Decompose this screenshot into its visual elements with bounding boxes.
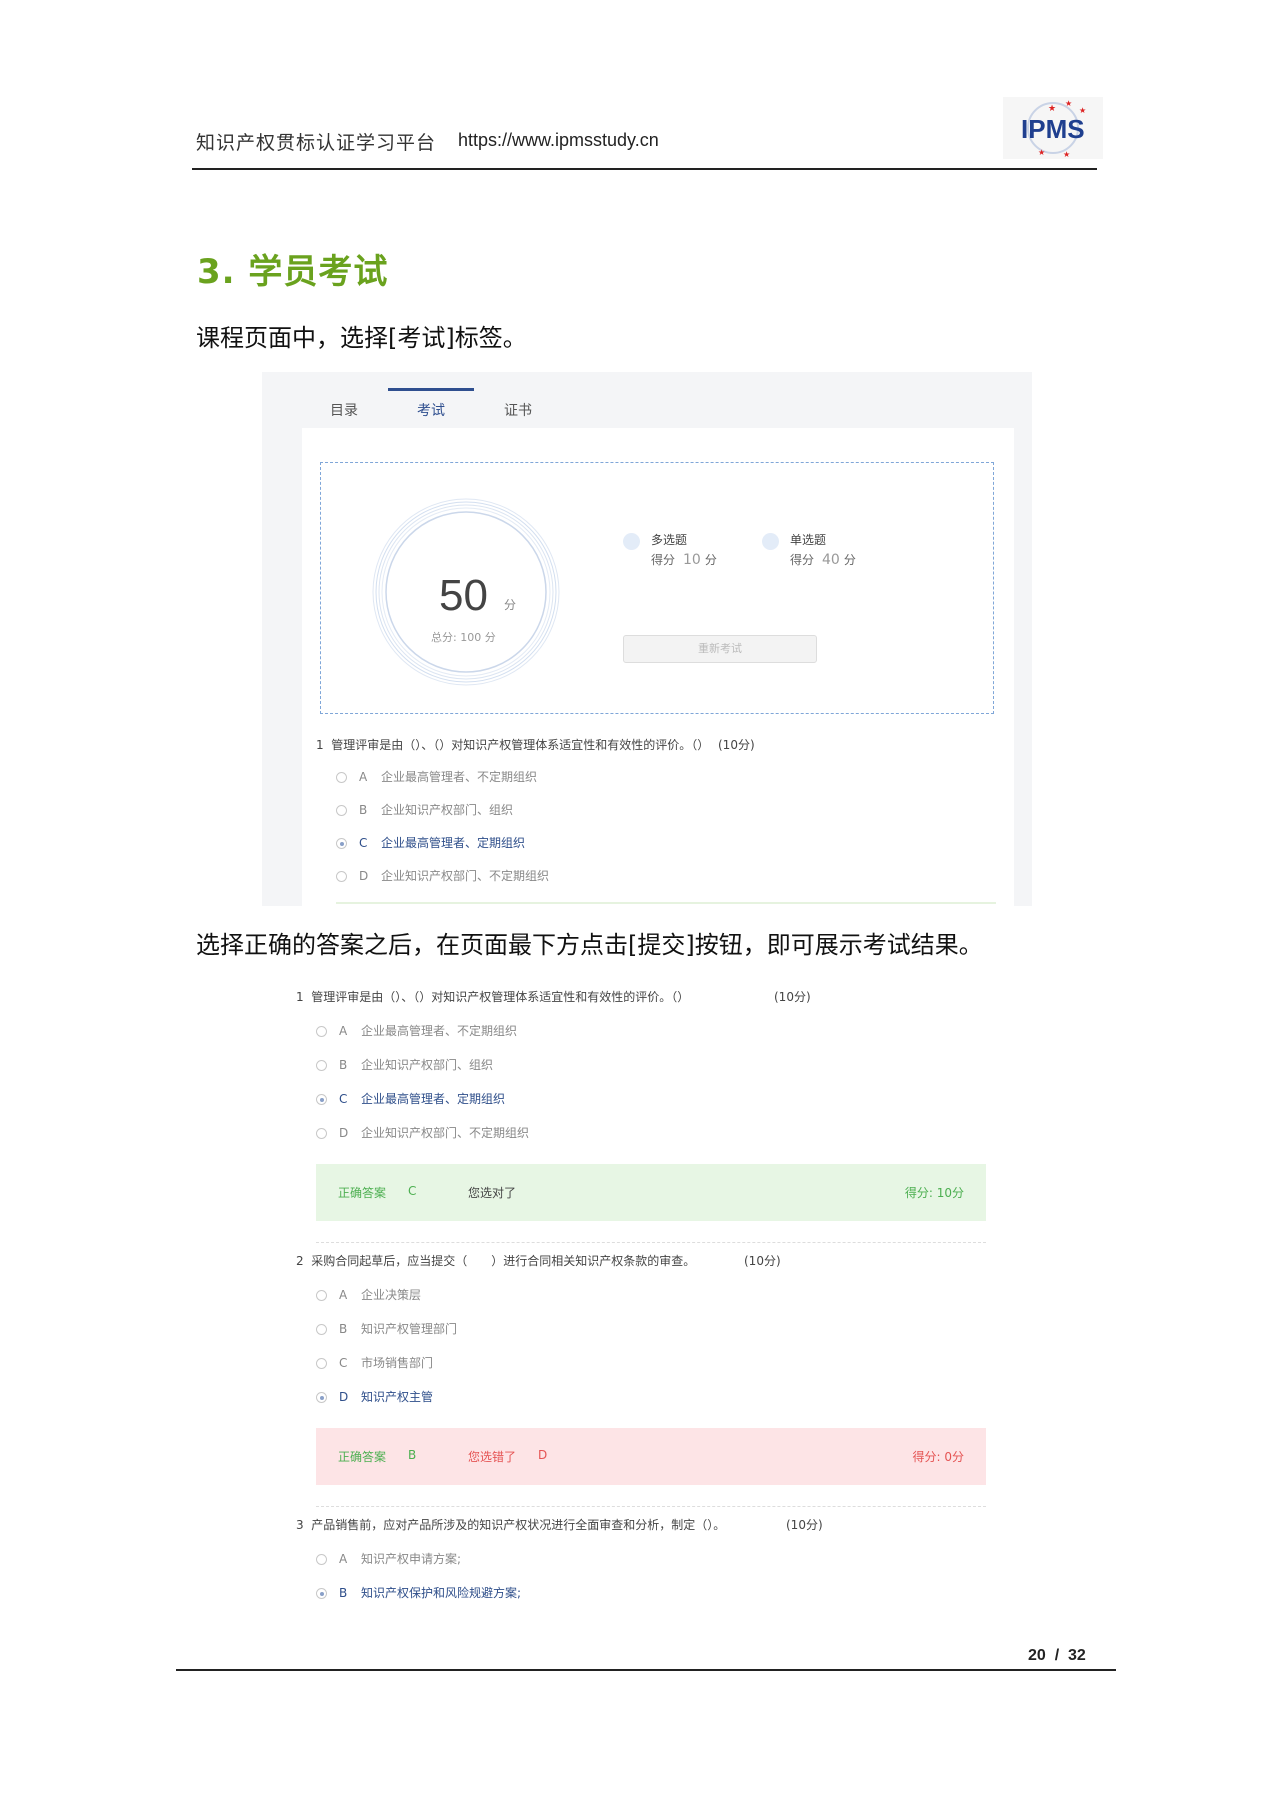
q1-option-a[interactable]: A 企业最高管理者、不定期组织 bbox=[316, 1022, 517, 1038]
question-3-points: (10分) bbox=[786, 1518, 823, 1532]
radio-icon[interactable] bbox=[336, 871, 347, 882]
option-a[interactable]: A 企业最高管理者、不定期组织 bbox=[336, 768, 537, 784]
instruction-paragraph-2: 选择正确的答案之后，在页面最下方点击[提交]按钮，即可展示考试结果。 bbox=[196, 931, 983, 959]
q3-option-a[interactable]: A 知识产权申请方案; bbox=[316, 1550, 461, 1566]
score-value: 50 bbox=[439, 571, 488, 620]
correct-answer-value: C bbox=[408, 1184, 417, 1198]
score-summary: 50 分 总分: 100 分 多选题 得分 10 分 单选题 得分 40 分 重新考试 bbox=[320, 462, 994, 714]
svg-text:★: ★ bbox=[1065, 99, 1072, 108]
page-number: 20 / 32 bbox=[1028, 1647, 1086, 1664]
question-score: 得分: 0分 bbox=[912, 1450, 965, 1464]
q1-option-d[interactable]: D 企业知识产权部门、不定期组织 bbox=[316, 1124, 529, 1140]
q1-option-b[interactable]: B 企业知识产权部门、组织 bbox=[316, 1056, 493, 1072]
verdict-text: 您选错了 bbox=[468, 1450, 517, 1464]
exam-tab-screenshot: 目录 考试 证书 50 分 总分: 100 分 多选题 得分 10 分 单选题 得分… bbox=[262, 372, 1032, 906]
question-3-text: 3 产品销售前，应对产品所涉及的知识产权状况进行全面审查和分析，制定（）。 bbox=[296, 1518, 726, 1532]
radio-icon[interactable] bbox=[336, 805, 347, 816]
correct-answer-value: B bbox=[408, 1448, 417, 1462]
correct-answer-label: 正确答案 bbox=[338, 1450, 387, 1464]
course-tabs: 目录 考试 证书 bbox=[262, 372, 1032, 428]
header-url: https://www.ipmsstudy.cn bbox=[458, 130, 659, 150]
tab-certificate[interactable]: 证书 bbox=[504, 400, 532, 420]
question-1-points: (10分) bbox=[774, 990, 811, 1004]
divider bbox=[316, 1242, 986, 1243]
header-rule bbox=[192, 168, 1097, 170]
question-2-points: (10分) bbox=[744, 1254, 781, 1268]
q2-option-b[interactable]: B 知识产权管理部门 bbox=[316, 1320, 457, 1336]
multi-choice-score: 得分 10 分 bbox=[651, 552, 717, 568]
single-choice-score: 得分 40 分 bbox=[790, 552, 856, 568]
option-c[interactable]: C 企业最高管理者、定期组织 bbox=[336, 834, 525, 850]
radio-selected-icon[interactable] bbox=[316, 1588, 327, 1599]
option-b[interactable]: B 企业知识产权部门、组织 bbox=[336, 801, 513, 817]
question-2-text: 2 采购合同起草后，应当提交（ ）进行合同相关知识产权条款的审查。 bbox=[296, 1254, 696, 1268]
section-heading: 3. 学员考试 bbox=[197, 252, 389, 292]
single-choice-dot-icon bbox=[762, 533, 779, 550]
q2-option-a[interactable]: A 企业决策层 bbox=[316, 1286, 421, 1302]
radio-icon[interactable] bbox=[316, 1026, 327, 1037]
correct-answer-label: 正确答案 bbox=[338, 1186, 387, 1200]
radio-icon[interactable] bbox=[316, 1324, 327, 1335]
question-1-text: 1 管理评审是由（）、（）对知识产权管理体系适宜性和有效性的评价。（） bbox=[296, 990, 690, 1004]
footer-rule bbox=[176, 1669, 1116, 1671]
radio-selected-icon[interactable] bbox=[316, 1392, 327, 1403]
svg-text:★: ★ bbox=[1048, 104, 1056, 114]
q2-option-d[interactable]: D 知识产权主管 bbox=[316, 1388, 433, 1404]
picked-answer: D bbox=[538, 1448, 548, 1462]
svg-text:★: ★ bbox=[1079, 106, 1086, 115]
radio-icon[interactable] bbox=[316, 1060, 327, 1071]
radio-icon[interactable] bbox=[316, 1128, 327, 1139]
single-choice-title: 单选题 bbox=[790, 533, 827, 547]
svg-text:★: ★ bbox=[1038, 148, 1045, 157]
retake-exam-button[interactable]: 重新考试 bbox=[623, 635, 817, 663]
option-d[interactable]: D 企业知识产权部门、不定期组织 bbox=[336, 867, 549, 883]
q2-option-c[interactable]: C 市场销售部门 bbox=[316, 1354, 433, 1370]
svg-text:IPMS: IPMS bbox=[1021, 114, 1085, 144]
total-score: 总分: 100 分 bbox=[431, 631, 496, 644]
active-tab-indicator bbox=[388, 388, 474, 391]
score-unit: 分 bbox=[504, 598, 517, 612]
radio-selected-icon[interactable] bbox=[336, 838, 347, 849]
question-score: 得分: 10分 bbox=[904, 1186, 964, 1200]
svg-text:★: ★ bbox=[1063, 150, 1070, 159]
tab-catalog[interactable]: 目录 bbox=[330, 400, 358, 420]
instruction-paragraph-1: 课程页面中，选择[考试]标签。 bbox=[196, 324, 527, 352]
ipms-logo: IPMS ★ ★ ★ ★ ★ bbox=[1003, 97, 1103, 159]
radio-icon[interactable] bbox=[316, 1290, 327, 1301]
exam-panel: 50 分 总分: 100 分 多选题 得分 10 分 单选题 得分 40 分 重新考试 … bbox=[302, 428, 1014, 906]
exam-result-screenshot: 1 管理评审是由（）、（）对知识产权管理体系适宜性和有效性的评价。（） (10分… bbox=[274, 980, 1014, 1612]
question-text: 1 管理评审是由（）、（）对知识产权管理体系适宜性和有效性的评价。（） bbox=[316, 738, 710, 752]
result-bar-edge bbox=[336, 902, 996, 904]
verdict-text: 您选对了 bbox=[468, 1186, 517, 1200]
q2-result-bar: 正确答案 B 您选错了 D 得分: 0分 bbox=[316, 1428, 986, 1485]
header-title: 知识产权贯标认证学习平台 bbox=[196, 132, 437, 154]
multi-choice-title: 多选题 bbox=[651, 533, 688, 547]
radio-icon[interactable] bbox=[316, 1554, 327, 1565]
radio-icon[interactable] bbox=[316, 1358, 327, 1369]
q3-option-b[interactable]: B 知识产权保护和风险规避方案; bbox=[316, 1584, 521, 1600]
divider bbox=[316, 1506, 986, 1507]
q1-option-c[interactable]: C 企业最高管理者、定期组织 bbox=[316, 1090, 505, 1106]
question-points: (10分) bbox=[718, 738, 755, 752]
radio-icon[interactable] bbox=[336, 772, 347, 783]
tab-exam[interactable]: 考试 bbox=[417, 400, 445, 420]
radio-selected-icon[interactable] bbox=[316, 1094, 327, 1105]
q1-result-bar: 正确答案 C 您选对了 得分: 10分 bbox=[316, 1164, 986, 1221]
multi-choice-dot-icon bbox=[623, 533, 640, 550]
